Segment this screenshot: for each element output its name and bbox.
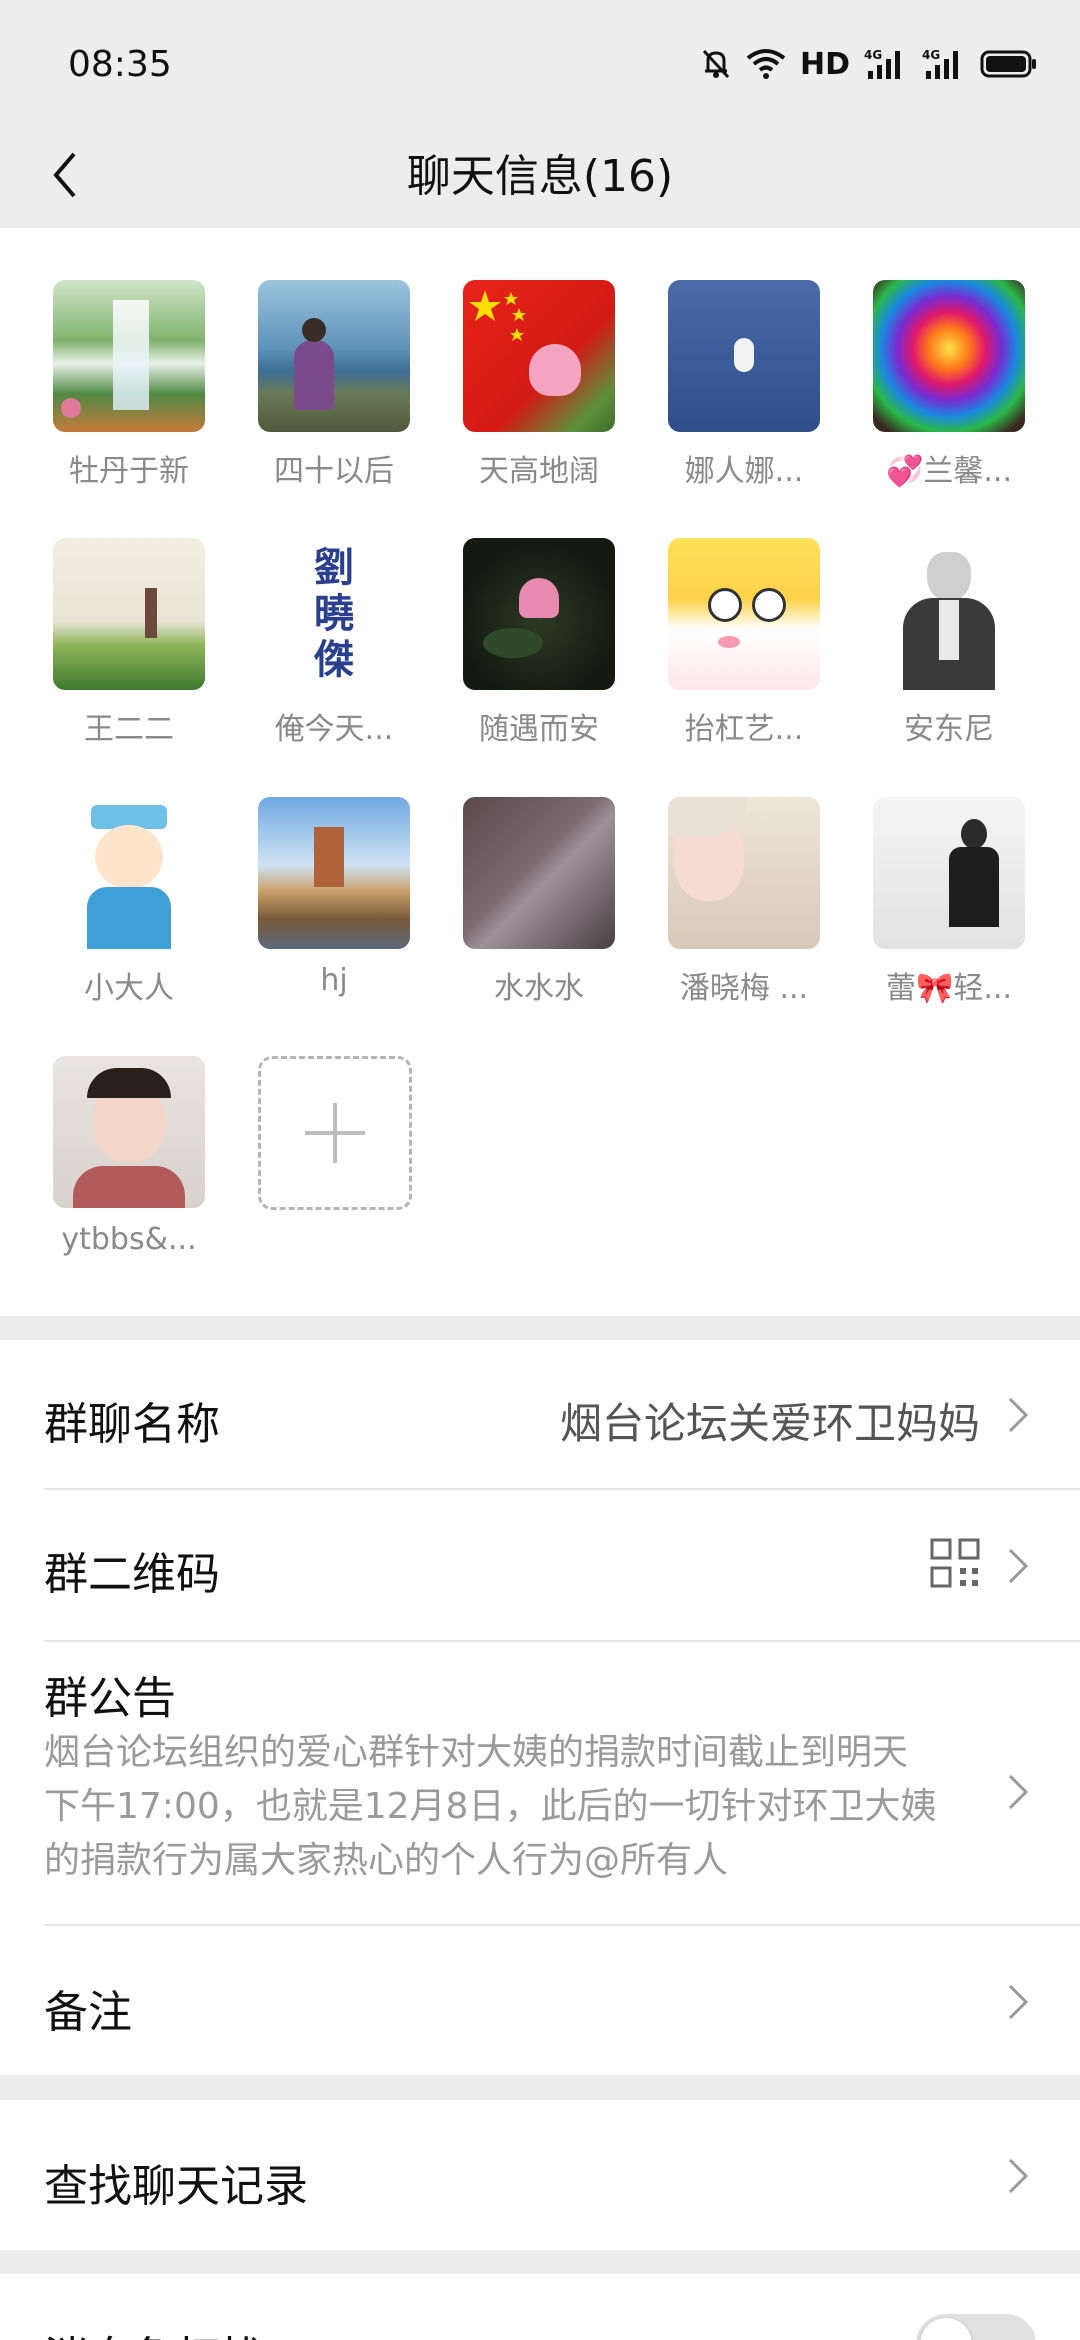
member-item[interactable]: 劉 曉 傑 俺今天... <box>234 538 434 748</box>
member-name: 王二二 <box>84 712 174 747</box>
nav-bar: 聊天信息(16) <box>0 120 1080 228</box>
status-icons: HD 4G 4G <box>700 44 1038 84</box>
mute-label: 消息免打扰 <box>44 2322 264 2340</box>
member-item[interactable]: 蕾🎀轻... <box>849 797 1049 1007</box>
member-avatar <box>463 280 615 432</box>
member-avatar <box>873 797 1025 949</box>
member-name: 小大人 <box>84 971 174 1006</box>
signal-4g-icon: 4G <box>922 48 958 79</box>
member-avatar <box>873 538 1025 690</box>
member-name: 俺今天... <box>274 712 394 747</box>
member-name: 水水水 <box>494 971 584 1006</box>
group-settings-section: 群聊名称 烟台论坛关爱环卫妈妈 群二维码 群公告 烟台论坛组织的爱心群针对大姨的… <box>0 1340 1080 2075</box>
member-avatar: 劉 曉 傑 <box>258 538 410 690</box>
avatar-calligraphy-char: 曉 <box>314 590 354 637</box>
member-name: 潘晓梅 ... <box>679 971 809 1006</box>
battery-icon <box>980 50 1036 78</box>
network-label: HD <box>799 46 850 82</box>
group-name-row[interactable]: 群聊名称 烟台论坛关爱环卫妈妈 <box>44 1340 1080 1490</box>
member-name: 四十以后 <box>274 454 394 489</box>
member-name: 💞兰馨... <box>886 454 1012 489</box>
member-name: 牡丹于新 <box>69 454 189 489</box>
member-item[interactable]: hj <box>234 797 434 998</box>
member-item[interactable]: 抬杠艺... <box>644 538 844 748</box>
signal-4g-icon: 4G <box>864 48 900 79</box>
chevron-right-icon <box>1008 1774 1029 1810</box>
group-name-value: 烟台论坛关爱环卫妈妈 <box>559 1399 980 1448</box>
chevron-right-icon <box>1008 1548 1029 1584</box>
member-avatar <box>463 797 615 949</box>
group-notice-text: 烟台论坛组织的爱心群针对大姨的捐款时间截止到明天 下午17:00，也就是12月8… <box>44 1726 974 1888</box>
wifi-icon <box>746 49 786 79</box>
member-name: 天高地阔 <box>479 454 599 489</box>
group-name-label: 群聊名称 <box>44 1399 220 1450</box>
member-item[interactable]: 天高地阔 <box>439 280 639 490</box>
member-avatar <box>258 797 410 949</box>
svg-text:4G: 4G <box>864 48 882 62</box>
add-member-button[interactable] <box>258 1056 412 1210</box>
remark-label: 备注 <box>44 1987 132 2038</box>
member-avatar <box>53 797 205 949</box>
status-time: 08:35 <box>68 44 172 85</box>
status-bar: 08:35 HD 4G 4G <box>0 0 1080 130</box>
member-item[interactable]: 随遇而安 <box>439 538 639 748</box>
toggle-knob <box>920 2318 972 2340</box>
member-item[interactable]: 牡丹于新 <box>29 280 229 490</box>
qr-code-icon <box>930 1538 980 1588</box>
member-avatar <box>53 280 205 432</box>
member-avatar <box>53 1056 205 1208</box>
member-avatar <box>873 280 1025 432</box>
notice-line: 的捐款行为属大家热心的个人行为@所有人 <box>44 1840 729 1881</box>
bell-off-icon <box>702 49 730 79</box>
remark-row[interactable]: 备注 <box>44 1926 1080 2075</box>
search-chat-history-label: 查找聊天记录 <box>44 2161 308 2212</box>
notice-line: 下午17:00，也就是12月8日，此后的一切针对环卫大姨 <box>44 1786 937 1827</box>
mute-section: 消息免打扰 <box>0 2274 1080 2340</box>
member-name: 蕾🎀轻... <box>886 971 1012 1006</box>
member-name: ytbbs&... <box>61 1222 197 1257</box>
member-avatar <box>463 538 615 690</box>
mute-row[interactable]: 消息免打扰 <box>44 2274 1080 2340</box>
member-name: hj <box>320 963 348 998</box>
members-grid: 牡丹于新 四十以后 天高地阔 娜人娜... 💞兰馨... 王二二 劉 曉 傑 俺… <box>0 228 1080 1316</box>
search-section: 查找聊天记录 <box>0 2100 1080 2250</box>
member-item[interactable]: 安东尼 <box>849 538 1049 748</box>
member-item[interactable]: 潘晓梅 ... <box>644 797 844 1007</box>
mute-toggle[interactable] <box>916 2314 1036 2340</box>
notice-line: 烟台论坛组织的爱心群针对大姨的捐款时间截止到明天 <box>44 1732 909 1773</box>
member-item[interactable]: 王二二 <box>29 538 229 748</box>
member-avatar <box>53 538 205 690</box>
member-item[interactable]: 四十以后 <box>234 280 434 490</box>
member-name: 随遇而安 <box>479 712 599 747</box>
member-name: 安东尼 <box>904 712 994 747</box>
group-qr-label: 群二维码 <box>44 1549 220 1600</box>
chevron-right-icon <box>1008 1397 1029 1433</box>
group-notice-label: 群公告 <box>44 1673 176 1724</box>
svg-text:4G: 4G <box>922 48 940 62</box>
group-notice-row[interactable]: 群公告 烟台论坛组织的爱心群针对大姨的捐款时间截止到明天 下午17:00，也就是… <box>44 1642 1080 1926</box>
member-avatar <box>258 280 410 432</box>
member-item[interactable]: 水水水 <box>439 797 639 1007</box>
member-item[interactable]: 💞兰馨... <box>849 280 1049 490</box>
member-item[interactable]: 娜人娜... <box>644 280 844 490</box>
group-qr-row[interactable]: 群二维码 <box>44 1490 1080 1642</box>
member-avatar <box>668 280 820 432</box>
chevron-right-icon <box>1008 2158 1029 2194</box>
member-avatar <box>668 797 820 949</box>
avatar-calligraphy-char: 劉 <box>314 544 354 591</box>
search-chat-history-row[interactable]: 查找聊天记录 <box>44 2100 1080 2250</box>
member-name: 娜人娜... <box>684 454 804 489</box>
member-avatar <box>668 538 820 690</box>
avatar-calligraphy-char: 傑 <box>314 636 354 683</box>
page-title: 聊天信息(16) <box>406 151 674 202</box>
member-item[interactable]: ytbbs&... <box>29 1056 229 1257</box>
member-name: 抬杠艺... <box>684 712 804 747</box>
member-item[interactable]: 小大人 <box>29 797 229 1007</box>
chevron-right-icon <box>1008 1984 1029 2020</box>
